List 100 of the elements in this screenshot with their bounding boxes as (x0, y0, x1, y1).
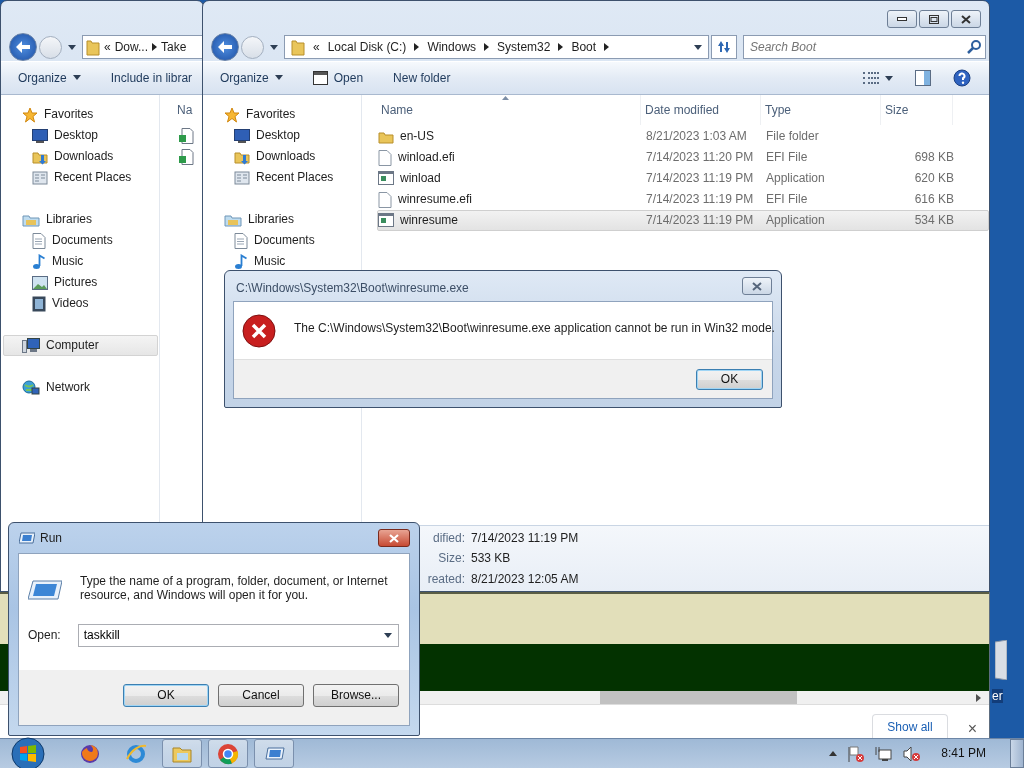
close-button[interactable] (378, 529, 410, 547)
back-button[interactable] (211, 33, 239, 61)
close-button[interactable]: × (965, 718, 979, 738)
column-header[interactable]: Type (761, 95, 881, 125)
column-header[interactable]: Size (881, 95, 953, 125)
column-header[interactable]: Date modified (641, 95, 761, 125)
windows-orb-icon (11, 736, 45, 768)
taskbar-button[interactable] (208, 739, 248, 768)
detail-value: 8/21/2023 12:05 AM (471, 571, 580, 587)
close-button[interactable] (742, 277, 772, 295)
nav-item[interactable]: Libraries (3, 209, 158, 230)
close-icon (389, 533, 399, 543)
picture-icon (32, 275, 48, 290)
nav-item[interactable]: Network (3, 377, 158, 398)
toolbar-button[interactable]: Open (312, 70, 364, 86)
breadcrumb[interactable]: System32 (497, 39, 551, 55)
clock[interactable]: 8:41 PM (941, 746, 986, 761)
flag-icon (847, 745, 866, 762)
file-type: Application (765, 171, 826, 186)
nav-item[interactable]: Recent Places (205, 167, 360, 188)
column-header[interactable]: Na (177, 102, 203, 118)
file-date: 7/14/2023 11:19 PM (645, 171, 755, 186)
preview-pane-button[interactable] (915, 70, 931, 86)
caret-icon (72, 75, 81, 81)
nav-item[interactable]: Favorites (3, 104, 158, 125)
toolbar-button[interactable]: New folder (393, 70, 451, 86)
command-field[interactable]: taskkill (77, 623, 399, 647)
nav-item[interactable]: Desktop (205, 125, 360, 146)
help-button[interactable] (953, 69, 971, 87)
file-icon (378, 149, 392, 166)
file-row[interactable]: winload.efi 7/14/2023 11:20 PM EFI File 698 KB (377, 147, 989, 168)
toolbar-button[interactable]: Organize (18, 70, 81, 86)
nav-item[interactable]: Documents (3, 230, 158, 251)
file-row[interactable]: winload 7/14/2023 11:19 PM Application 620 KB (377, 168, 989, 189)
file-name: winload.efi (398, 150, 455, 165)
network-icon (22, 379, 40, 396)
music-note-icon (32, 253, 46, 270)
address-bar[interactable]: « Local Disk (C:) Windows System32 Boot (284, 35, 709, 59)
desktop-icon-label[interactable]: er (992, 689, 1003, 704)
breadcrumb[interactable]: Dow... (114, 39, 149, 55)
close-button[interactable] (951, 10, 981, 28)
program-window-icon (378, 171, 394, 186)
nav-item[interactable]: Desktop (3, 125, 158, 146)
refresh-button[interactable] (711, 35, 737, 59)
show-desktop-button[interactable] (1010, 739, 1024, 768)
file-row[interactable]: en-US 8/21/2023 1:03 AM File folder (377, 126, 989, 147)
history-caret-icon (270, 44, 278, 50)
file-row[interactable]: winresume 7/14/2023 11:19 PM Application 534 KB (377, 210, 989, 231)
taskbar-button[interactable] (254, 739, 294, 768)
scrollbar-thumb[interactable] (600, 691, 797, 704)
monitor-icon (234, 128, 250, 143)
dropdown-caret-icon (384, 632, 392, 638)
minimize-button[interactable] (887, 10, 917, 28)
breadcrumb[interactable]: Windows (427, 39, 477, 55)
toolbar-button[interactable]: Organize (220, 70, 283, 86)
search-field[interactable]: Search Boot (743, 35, 986, 59)
circle-logo-icon (217, 742, 239, 765)
ok-button[interactable]: OK (696, 368, 763, 390)
breadcrumb[interactable]: Local Disk (C:) (327, 39, 407, 55)
music-note-icon (234, 253, 248, 270)
dialog-button[interactable]: OK (123, 684, 209, 707)
file-size: 620 KB (913, 171, 954, 186)
nav-item[interactable]: Downloads (205, 146, 360, 167)
breadcrumb[interactable]: Boot (571, 39, 597, 55)
toolbar-button[interactable]: Include in librar (110, 70, 193, 86)
nav-item[interactable]: Recent Places (3, 167, 158, 188)
maximize-button[interactable] (919, 10, 949, 28)
file-type: EFI File (765, 192, 809, 207)
nav-item[interactable]: Libraries (205, 209, 360, 230)
overflow-chevron[interactable]: « (313, 39, 320, 55)
nav-item[interactable]: Favorites (205, 104, 360, 125)
nav-item[interactable]: Downloads (3, 146, 158, 167)
window-title: Run (40, 530, 62, 546)
address-bar[interactable]: « Dow... Take (82, 35, 203, 59)
monitor-icon (32, 128, 48, 143)
file-row[interactable]: winresume.efi 7/14/2023 11:19 PM EFI File 616 KB (377, 189, 989, 210)
view-options-button[interactable] (863, 72, 893, 84)
script-file-icon (178, 127, 194, 144)
globe-icon (125, 742, 147, 765)
show-all-button[interactable]: Show all (872, 714, 948, 738)
nav-item[interactable]: Music (3, 251, 158, 272)
nav-item[interactable]: Music (205, 251, 360, 272)
nav-item[interactable]: Documents (205, 230, 360, 251)
column-header[interactable]: Name (377, 95, 641, 125)
dialog-button[interactable]: Browse... (313, 684, 399, 707)
nav-item[interactable]: Pictures (3, 272, 158, 293)
start-button[interactable] (8, 739, 48, 768)
nav-item[interactable]: Computer (3, 335, 158, 356)
close-icon (961, 14, 971, 24)
file-type: Application (765, 213, 826, 228)
nav-item[interactable]: Videos (3, 293, 158, 314)
program-window-icon (378, 213, 394, 228)
file-name: winresume.efi (398, 192, 473, 207)
breadcrumb[interactable]: Take (161, 39, 187, 55)
overflow-chevron[interactable]: « (104, 39, 111, 55)
dialog-button[interactable]: Cancel (218, 684, 304, 707)
film-icon (32, 295, 46, 312)
file-type: EFI File (765, 150, 809, 165)
chevron-icon (484, 43, 490, 51)
back-button[interactable] (9, 33, 37, 61)
